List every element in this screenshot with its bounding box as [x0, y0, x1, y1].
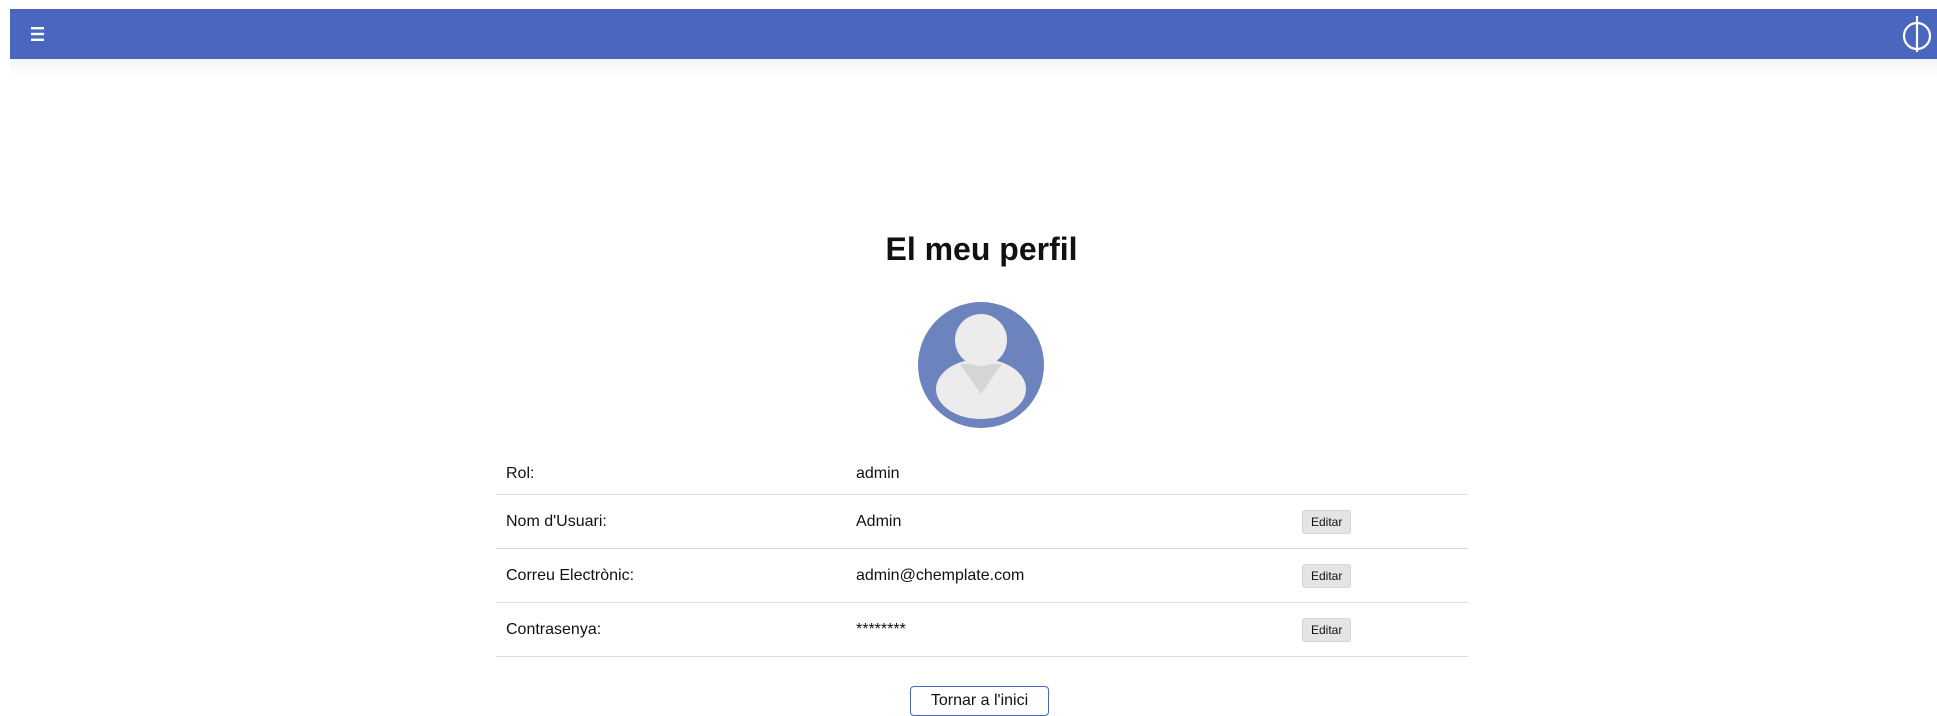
- top-navigation-bar: [10, 9, 1937, 59]
- role-label: Rol:: [506, 465, 535, 482]
- profile-details-table: Rol: admin Nom d'Usuari: Admin Editar Co…: [496, 454, 1468, 657]
- profile-row-role: Rol: admin: [496, 454, 1468, 495]
- profile-row-username: Nom d'Usuari: Admin Editar: [496, 495, 1468, 549]
- email-label: Correu Electrònic:: [506, 566, 635, 584]
- password-label: Contrasenya:: [506, 620, 602, 638]
- username-label: Nom d'Usuari:: [506, 512, 607, 530]
- edit-username-button[interactable]: Editar: [1302, 509, 1352, 534]
- page-title: El meu perfil: [885, 231, 1078, 267]
- email-value: admin@chemplate.com: [856, 566, 1025, 584]
- header-shadow: [10, 59, 1937, 77]
- edit-email-button[interactable]: Editar: [1302, 563, 1352, 588]
- password-value: ********: [856, 620, 906, 638]
- role-value: admin: [856, 465, 900, 482]
- username-value: Admin: [856, 512, 902, 530]
- profile-row-email: Correu Electrònic: admin@chemplate.com E…: [496, 549, 1468, 603]
- user-avatar-icon: [918, 302, 1044, 428]
- phi-logo-icon[interactable]: [1897, 14, 1937, 54]
- profile-row-password: Contrasenya: ******** Editar: [496, 603, 1468, 657]
- edit-password-button[interactable]: Editar: [1302, 617, 1352, 642]
- back-to-home-button[interactable]: Tornar a l'inici: [910, 686, 1049, 716]
- hamburger-menu-icon[interactable]: [28, 22, 52, 46]
